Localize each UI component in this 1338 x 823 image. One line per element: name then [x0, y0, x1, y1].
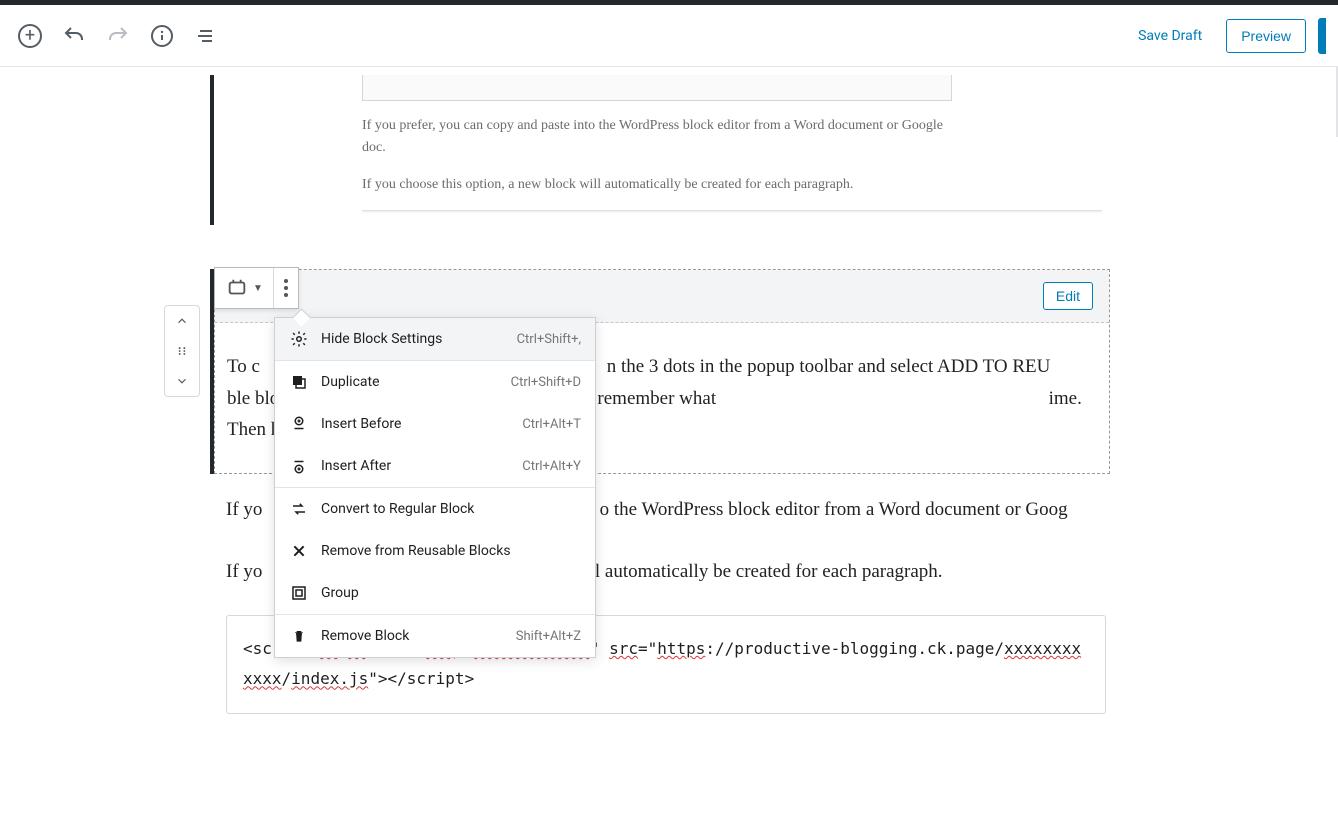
- menu-shortcut: Ctrl+Shift+D: [511, 375, 581, 390]
- chevron-up-icon: [175, 314, 189, 328]
- menu-label: Duplicate: [321, 374, 499, 390]
- reusable-block[interactable]: ▼ Hide Block Settings Ctrl+Shift+, Dupli…: [210, 269, 1110, 474]
- save-draft-button[interactable]: Save Draft: [1126, 20, 1214, 52]
- menu-insert-before[interactable]: Insert Before Ctrl+Alt+T: [275, 403, 595, 445]
- undo-icon: [62, 24, 86, 48]
- block-type-button[interactable]: ▼: [215, 268, 273, 308]
- edit-button[interactable]: Edit: [1043, 282, 1093, 310]
- duplicate-icon: [289, 372, 309, 392]
- undo-button[interactable]: [56, 18, 92, 54]
- insert-after-icon: [289, 456, 309, 476]
- reusable-block-header: Untit Edit: [215, 270, 1109, 323]
- block-options-menu: Hide Block Settings Ctrl+Shift+, Duplica…: [274, 317, 596, 658]
- menu-remove-block[interactable]: Remove Block Shift+Alt+Z: [275, 615, 595, 657]
- menu-shortcut: Shift+Alt+Z: [516, 629, 581, 644]
- block-toolbar: ▼: [214, 267, 299, 309]
- menu-label: Hide Block Settings: [321, 331, 505, 347]
- dots-vertical-icon: [284, 279, 288, 297]
- trash-icon: [289, 626, 309, 646]
- menu-duplicate[interactable]: Duplicate Ctrl+Shift+D: [275, 361, 595, 403]
- menu-group[interactable]: Group: [275, 572, 595, 614]
- preview-button[interactable]: Preview: [1226, 19, 1306, 53]
- image-caption-line-2: If you choose this option, a new block w…: [362, 174, 952, 196]
- menu-label: Insert Before: [321, 416, 510, 432]
- menu-remove-reusable[interactable]: Remove from Reusable Blocks: [275, 530, 595, 572]
- menu-label: Convert to Regular Block: [321, 501, 581, 517]
- drag-icon: [175, 344, 189, 358]
- editor-toolbar: + Save Draft Preview: [0, 5, 1338, 67]
- gear-icon: [289, 329, 309, 349]
- insert-before-icon: [289, 414, 309, 434]
- image-placeholder: [362, 75, 952, 101]
- chevron-down-icon: ▼: [253, 283, 263, 294]
- convert-icon: [289, 499, 309, 519]
- image-block[interactable]: If you prefer, you can copy and paste in…: [210, 75, 1110, 225]
- remove-icon: [289, 541, 309, 561]
- move-up-button[interactable]: [165, 306, 199, 336]
- move-down-button[interactable]: [165, 366, 199, 396]
- more-options-button[interactable]: [273, 268, 298, 308]
- info-button[interactable]: [144, 18, 180, 54]
- menu-label: Remove Block: [321, 628, 504, 644]
- image-caption-line-1: If you prefer, you can copy and paste in…: [362, 115, 952, 160]
- drag-handle[interactable]: [165, 336, 199, 366]
- redo-icon: [106, 24, 130, 48]
- menu-shortcut: Ctrl+Shift+,: [517, 332, 581, 347]
- block-mover: [164, 305, 200, 397]
- add-block-button[interactable]: +: [12, 18, 48, 54]
- menu-label: Remove from Reusable Blocks: [321, 543, 581, 559]
- menu-shortcut: Ctrl+Alt+T: [522, 417, 581, 432]
- info-icon: [150, 24, 174, 48]
- reusable-block-icon: [225, 276, 249, 300]
- menu-label: Group: [321, 585, 581, 601]
- menu-convert-regular[interactable]: Convert to Regular Block: [275, 488, 595, 530]
- plus-circle-icon: +: [18, 24, 42, 48]
- outline-button[interactable]: [188, 18, 224, 54]
- list-icon: [194, 24, 218, 48]
- redo-button[interactable]: [100, 18, 136, 54]
- menu-label: Insert After: [321, 458, 510, 474]
- menu-insert-after[interactable]: Insert After Ctrl+Alt+Y: [275, 445, 595, 487]
- menu-shortcut: Ctrl+Alt+Y: [522, 459, 581, 474]
- group-icon: [289, 583, 309, 603]
- publish-button[interactable]: [1318, 18, 1326, 54]
- chevron-down-icon: [175, 374, 189, 388]
- menu-hide-block-settings[interactable]: Hide Block Settings Ctrl+Shift+,: [275, 318, 595, 360]
- editor-canvas: If you prefer, you can copy and paste in…: [0, 67, 1338, 714]
- image-shadow: [362, 210, 1102, 213]
